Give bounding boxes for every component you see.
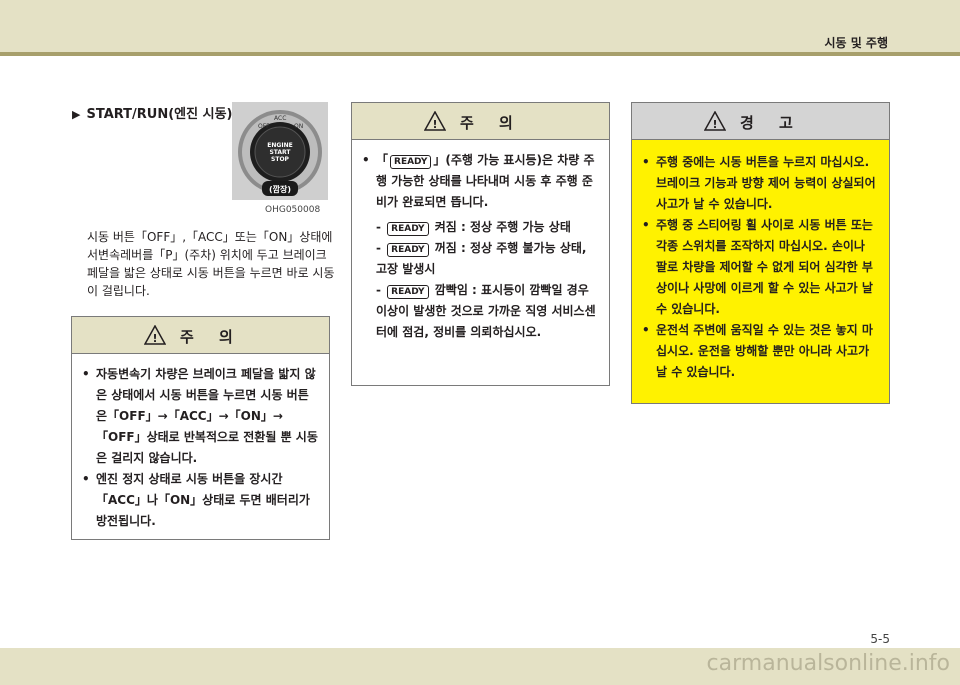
state-row-blink: - READY 깜빡임 : 표시등이 깜빡일 경우 이상이 발생한 것으로 가까… [376,283,596,339]
caution-header: ! 주 의 [72,317,329,354]
state-row-on: - READY 켜짐 : 정상 주행 가능 상태 [376,220,571,236]
ring-label-on: ON [294,123,303,130]
bullet-icon: • [642,218,650,232]
ring-label-acc: ACC [274,115,286,122]
bullet-icon: • [642,323,650,337]
button-line-start: START [269,149,291,156]
bullet-icon: • [362,153,370,167]
bullet-icon: • [82,472,90,486]
heading-text: START/RUN(엔진 시동) [86,107,233,122]
bullet-icon: • [82,367,90,381]
watermark[interactable]: carmanualsonline.info [707,651,950,676]
caution-title: 주 의 [180,328,243,346]
warning-triangle-icon: ! [704,111,726,131]
warning-list: • 주행 중에는 시동 버튼을 누르지 마십시오. 브레이크 기능과 방향 제어 … [632,140,889,383]
state-row-off: - READY 꺼짐 : 정상 주행 불가능 상태, 고장 발생시 [376,241,587,276]
section-title: 시동 및 주행 [824,36,888,50]
warning-header: ! 경 고 [632,103,889,140]
list-item: • 주행 중 스티어링 휠 사이로 시동 버튼 또는 각종 스위치를 조작하지 마… [632,215,877,320]
list-item: • 운전석 주변에 움직일 수 있는 것은 놓지 마십시오. 운전을 방해할 뿐만… [632,320,877,383]
caution-box-ready: ! 주 의 • 「READY 」(주행 가능 표시등)은 차량 주행 가능한 상태를… [351,102,610,386]
warning-triangle-icon: ! [144,325,166,345]
body-paragraph: 시동 버튼「OFF」,「ACC」또는「ON」상태에 서변속레버를「P」(주차) … [87,230,335,298]
svg-text:!: ! [432,118,437,131]
button-line-engine: ENGINE [267,142,292,149]
caution-list: • 자동변속기 차량은 브레이크 페달을 밟지 않은 상태에서 시동 버튼을 누르… [72,354,329,532]
ring-label-off: OFF [258,123,270,130]
ready-indicator-icon: READY [390,155,432,169]
photo-caption: OHG050008 [265,205,321,215]
start-button-photo: OFF ACC ON ENGINE START STOP (깜장) [232,102,328,200]
ready-indicator-icon: READY [387,285,429,299]
state-list: - READY 켜짐 : 정상 주행 가능 상태 - READY 꺼짐 : 정상… [352,213,609,343]
list-item: • 「READY 」(주행 가능 표시등)은 차량 주행 가능한 상태를 나타내며 … [352,150,599,213]
photo-tag: (깜장) [269,184,291,194]
start-button-illustration: OFF ACC ON ENGINE START STOP (깜장) [232,102,328,200]
caution-box-shifting: ! 주 의 • 자동변속기 차량은 브레이크 페달을 밟지 않은 상태에서 시동 … [71,316,330,540]
list-item: • 주행 중에는 시동 버튼을 누르지 마십시오. 브레이크 기능과 방향 제어 … [632,152,877,215]
triangle-bullet-icon: ▶ [72,108,81,121]
caution-header: ! 주 의 [352,103,609,140]
bullet-icon: • [642,155,650,169]
page-header [0,0,960,52]
page-number: 5-5 [870,632,890,646]
button-line-stop: STOP [271,156,290,163]
ready-indicator-icon: READY [387,243,429,257]
svg-text:!: ! [152,332,157,345]
list-item: • 엔진 정지 상태로 시동 버튼을 장시간「ACC」나「ON」상태로 두면 배터… [72,469,319,532]
svg-text:!: ! [712,118,717,131]
caution-list: • 「READY 」(주행 가능 표시등)은 차량 주행 가능한 상태를 나타내며 … [352,140,609,213]
warning-triangle-icon: ! [424,111,446,131]
warning-title: 경 고 [740,114,803,132]
list-item: • 자동변속기 차량은 브레이크 페달을 밟지 않은 상태에서 시동 버튼을 누르… [72,364,319,469]
header-rule [0,52,960,56]
warning-box: ! 경 고 • 주행 중에는 시동 버튼을 누르지 마십시오. 브레이크 기능과 … [631,102,890,404]
caution-title: 주 의 [460,114,523,132]
section-heading: ▶ START/RUN(엔진 시동) [72,103,233,122]
ready-indicator-icon: READY [387,222,429,236]
